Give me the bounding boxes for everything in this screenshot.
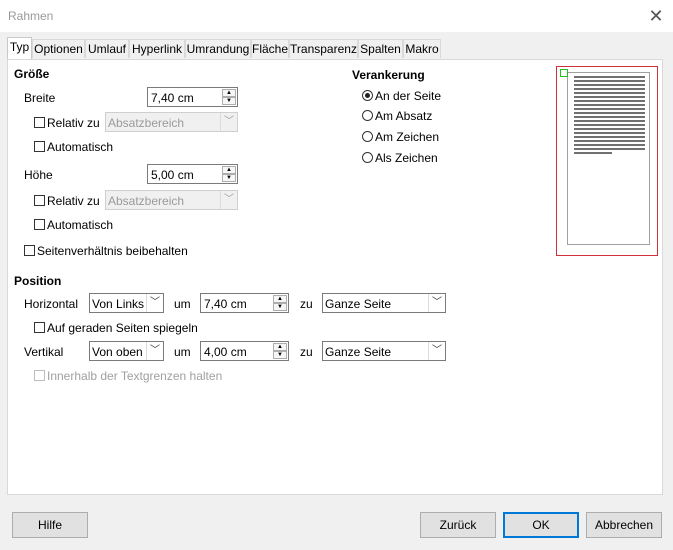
height-value: 5,00 cm — [151, 168, 194, 182]
height-decrease-icon[interactable]: ▼ — [222, 174, 236, 182]
vertical-by-label: um — [174, 345, 191, 359]
width-relative-checkbox[interactable] — [34, 117, 45, 128]
anchor-as-char-radio[interactable] — [362, 152, 373, 163]
vertical-decrease-icon[interactable]: ▼ — [273, 351, 287, 359]
vertical-to-label: zu — [300, 345, 313, 359]
horizontal-to-select[interactable]: Ganze Seite ﹀ — [322, 293, 446, 313]
tab-umrandung[interactable]: Umrandung — [185, 39, 251, 58]
width-auto-checkbox[interactable] — [34, 141, 45, 152]
keep-inside-checkbox[interactable] — [34, 370, 45, 381]
preview-page — [567, 72, 650, 245]
vertical-value: Von oben — [92, 345, 143, 359]
cancel-button[interactable]: Abbrechen — [586, 512, 662, 538]
horizontal-value: Von Links — [92, 297, 145, 311]
vertical-to-value: Ganze Seite — [325, 345, 392, 359]
anchor-page-radio[interactable] — [362, 90, 373, 101]
ok-button[interactable]: OK — [503, 512, 579, 538]
height-label: Höhe — [24, 168, 53, 182]
tab-spalten[interactable]: Spalten — [358, 39, 403, 58]
width-label: Breite — [24, 91, 56, 105]
mirror-checkbox[interactable] — [34, 322, 45, 333]
mirror-label: Auf geraden Seiten spiegeln — [47, 321, 198, 335]
anchor-paragraph-radio[interactable] — [362, 110, 373, 121]
horizontal-by-value: 7,40 cm — [204, 297, 247, 311]
width-relative-select[interactable]: Absatzbereich ﹀ — [105, 112, 238, 132]
vertical-increase-icon[interactable]: ▲ — [273, 343, 287, 351]
width-decrease-icon[interactable]: ▼ — [222, 97, 236, 105]
width-relative-value: Absatzbereich — [108, 116, 185, 130]
width-value: 7,40 cm — [151, 91, 194, 105]
tab-makro[interactable]: Makro — [403, 39, 441, 58]
height-relative-checkbox[interactable] — [34, 195, 45, 206]
tab-optionen[interactable]: Optionen — [32, 39, 85, 58]
keep-ratio-label: Seitenverhältnis beibehalten — [37, 244, 188, 258]
height-relative-label: Relativ zu — [47, 194, 100, 208]
anchor-section-title: Verankerung — [352, 68, 425, 82]
title-bar — [0, 0, 673, 33]
height-auto-checkbox[interactable] — [34, 219, 45, 230]
anchor-marker-icon — [560, 69, 568, 77]
tab-flaeche[interactable]: Fläche — [251, 39, 289, 58]
width-increase-icon[interactable]: ▲ — [222, 89, 236, 97]
width-relative-label: Relativ zu — [47, 116, 100, 130]
window-title: Rahmen — [8, 9, 54, 23]
reset-button[interactable]: Zurück — [420, 512, 496, 538]
tab-typ[interactable]: Typ — [7, 37, 32, 59]
keep-inside-label: Innerhalb der Textgrenzen halten — [47, 369, 223, 383]
tab-hyperlink[interactable]: Hyperlink — [129, 39, 185, 58]
tab-transparenz[interactable]: Transparenz — [289, 39, 358, 58]
close-icon[interactable]: ✕ — [646, 6, 666, 26]
size-section-title: Größe — [14, 67, 50, 81]
horizontal-increase-icon[interactable]: ▲ — [273, 295, 287, 303]
vertical-by-spinbox[interactable]: 4,00 cm ▲ ▼ — [200, 341, 289, 361]
horizontal-to-value: Ganze Seite — [325, 297, 392, 311]
vertical-by-value: 4,00 cm — [204, 345, 247, 359]
horizontal-select[interactable]: Von Links ﹀ — [89, 293, 164, 313]
anchor-page-label: An der Seite — [375, 89, 442, 103]
anchor-paragraph-label: Am Absatz — [375, 109, 433, 123]
chevron-down-icon: ﹀ — [220, 113, 237, 131]
anchor-at-char-radio[interactable] — [362, 131, 373, 142]
horizontal-label: Horizontal — [24, 297, 79, 311]
height-auto-label: Automatisch — [47, 218, 114, 232]
anchor-as-char-label: Als Zeichen — [375, 151, 438, 165]
keep-ratio-checkbox[interactable] — [24, 245, 35, 256]
help-button[interactable]: Hilfe — [12, 512, 88, 538]
height-relative-value: Absatzbereich — [108, 194, 185, 208]
horizontal-by-label: um — [174, 297, 191, 311]
horizontal-decrease-icon[interactable]: ▼ — [273, 303, 287, 311]
vertical-label: Vertikal — [24, 345, 64, 359]
vertical-to-select[interactable]: Ganze Seite ﹀ — [322, 341, 446, 361]
chevron-down-icon: ﹀ — [146, 294, 163, 312]
chevron-down-icon: ﹀ — [428, 294, 445, 312]
height-increase-icon[interactable]: ▲ — [222, 166, 236, 174]
vertical-select[interactable]: Von oben ﹀ — [89, 341, 164, 361]
width-auto-label: Automatisch — [47, 140, 114, 154]
height-spinbox[interactable]: 5,00 cm ▲ ▼ — [147, 164, 238, 184]
anchor-at-char-label: Am Zeichen — [375, 130, 440, 144]
chevron-down-icon: ﹀ — [146, 342, 163, 360]
tab-umlauf[interactable]: Umlauf — [85, 39, 129, 58]
horizontal-by-spinbox[interactable]: 7,40 cm ▲ ▼ — [200, 293, 289, 313]
horizontal-to-label: zu — [300, 297, 313, 311]
chevron-down-icon: ﹀ — [220, 191, 237, 209]
chevron-down-icon: ﹀ — [428, 342, 445, 360]
height-relative-select[interactable]: Absatzbereich ﹀ — [105, 190, 238, 210]
position-section-title: Position — [14, 274, 62, 288]
width-spinbox[interactable]: 7,40 cm ▲ ▼ — [147, 87, 238, 107]
